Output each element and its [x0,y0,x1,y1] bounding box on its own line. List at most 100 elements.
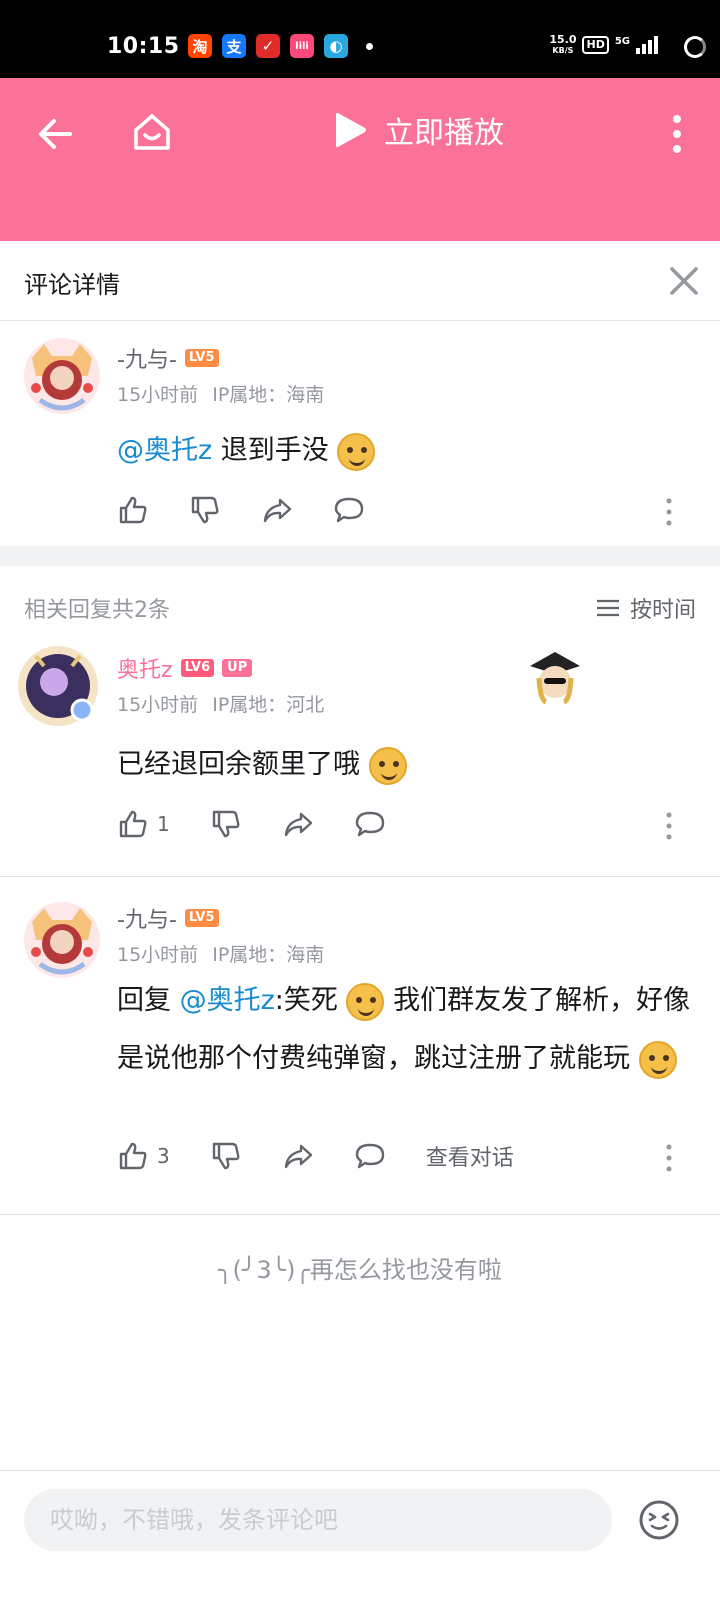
mention-link[interactable]: @奥托z [180,985,275,1016]
thumbs-up-icon [119,496,147,524]
username[interactable]: -九与- [117,902,177,934]
alipay-icon: 支 [222,34,246,58]
more-notifications-dot-icon [366,42,373,50]
share-icon [263,498,292,523]
up-badge: UP [222,659,253,677]
comment-text: 回复 @奥托z:笑死 我们群友发了解析，好像是说他那个付费纯弹窗，跳过注册了就能… [117,972,697,1088]
comment-more-icon[interactable] [666,498,672,526]
page-title: 评论详情 [24,271,120,299]
replies-header: 相关回复共2条 按时间 [0,586,720,626]
view-conversation-button[interactable]: 查看对话 [426,1140,514,1172]
comment-text: 已经退回余额里了哦 [117,736,697,794]
ip-location: IP属地：河北 [212,694,325,716]
doge-emoji-icon [638,1040,677,1079]
doge-emoji-icon [346,982,385,1021]
close-icon[interactable] [664,261,704,301]
comment-more-icon[interactable] [666,812,672,840]
comment-actions: 3 查看对话 [117,1140,554,1172]
thumbs-down-icon [212,1142,240,1170]
comment-detail-header: 评论详情 [0,241,720,321]
share-button[interactable] [282,808,314,840]
comment-composer [0,1470,720,1600]
play-icon [336,112,366,148]
reply-button[interactable] [333,494,365,526]
share-button[interactable] [261,494,293,526]
app-red-icon: ✓ [256,34,280,58]
mention-link[interactable]: @奥托z [117,435,212,466]
more-options-icon[interactable] [672,114,682,154]
like-button[interactable]: 1 [117,808,170,840]
reply-divider [0,1214,720,1215]
like-count: 1 [157,812,170,836]
ip-location: IP属地：海南 [212,384,325,406]
comment-actions: 1 [117,808,426,840]
comment-meta: 15小时前 IP属地：海南 [117,940,324,967]
home-icon[interactable] [130,110,174,154]
comment-actions [117,494,405,526]
play-now-label: 立即播放 [384,116,504,151]
network-speed: 15.0 KB/S [549,33,577,55]
taobao-icon: 淘 [188,34,212,58]
comment-meta: 15小时前 IP属地：海南 [117,380,324,407]
hd-icon: HD [582,36,609,54]
level-badge: LV5 [184,349,219,367]
dislike-button[interactable] [189,494,221,526]
like-count: 3 [157,1144,170,1168]
comment-time: 15小时前 [117,384,199,406]
comment-meta: 15小时前 IP属地：河北 [117,690,324,717]
status-bar: 10:15 淘 支 ✓ lili ◐ 15.0 KB/S HD 5G [0,0,720,78]
comment-author: -九与- LV5 [117,342,219,374]
emoji-picker-icon[interactable] [638,1499,680,1541]
reply-button[interactable] [354,808,386,840]
reply-divider [0,876,720,877]
comment-bubble-icon [334,497,364,523]
level-badge: LV5 [184,909,219,927]
app-pink-icon: lili [290,34,314,58]
share-button[interactable] [282,1140,314,1172]
dislike-button[interactable] [210,1140,242,1172]
sort-list-icon [596,599,619,617]
status-time: 10:15 [107,34,180,59]
section-divider [0,546,720,566]
comment-bubble-icon [355,1143,384,1169]
video-header: 立即播放 [0,78,720,241]
username[interactable]: -九与- [117,342,177,374]
thumbs-up-icon [119,810,147,838]
back-arrow-icon[interactable] [34,112,78,156]
main-comment: -九与- LV5 15小时前 IP属地：海南 @奥托z 退到手没 [0,322,720,546]
end-of-list-message: ╮(╯3╰)╭再怎么找也没有啦 [218,1256,502,1284]
username[interactable]: 奥托z [117,652,173,684]
reply-item: -九与- LV5 15小时前 IP属地：海南 回复 @奥托z:笑死 我们群友发了… [0,886,720,1206]
fan-decoration-sticker [530,652,580,705]
comment-text: @奥托z 退到手没 [117,422,697,480]
reply-button[interactable] [354,1140,386,1172]
doge-emoji-icon [368,746,407,785]
notification-app-icons: 淘 支 ✓ lili ◐ [188,34,373,58]
avatar[interactable] [22,336,102,416]
doge-emoji-icon [337,432,376,471]
sort-by-time-button[interactable]: 按时间 [596,592,696,624]
like-button[interactable] [117,494,149,526]
dislike-button[interactable] [210,808,242,840]
level-badge: LV6 [180,659,215,677]
reply-item: 奥托z LV6 UP 15小时前 IP属地：河北 已经退回余额里了哦 1 [0,636,720,860]
replies-count: 相关回复共2条 [24,598,170,623]
comment-time: 15小时前 [117,944,199,966]
thumbs-down-icon [212,810,240,838]
ip-location: IP属地：海南 [212,944,325,966]
share-icon [284,1144,312,1169]
play-now-button[interactable]: 立即播放 [334,108,504,152]
avatar[interactable] [22,900,102,980]
comment-bubble-icon [355,811,384,837]
comment-author: 奥托z LV6 UP [117,652,253,684]
like-button[interactable]: 3 [117,1140,170,1172]
signal-strength-icon [636,36,658,54]
thumbs-up-icon [119,1142,147,1170]
battery-icon [684,36,706,58]
comment-author: -九与- LV5 [117,902,219,934]
avatar[interactable] [14,642,102,730]
browser-icon: ◐ [324,34,348,58]
comment-more-icon[interactable] [666,1144,672,1172]
comment-input[interactable] [24,1489,612,1551]
thumbs-down-icon [191,496,219,524]
